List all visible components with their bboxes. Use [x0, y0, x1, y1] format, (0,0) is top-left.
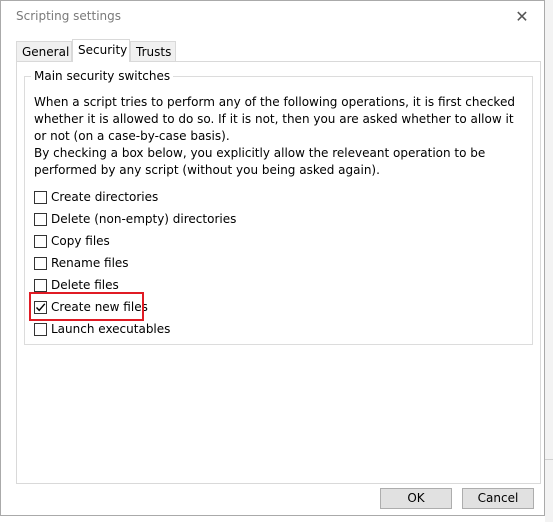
tab-general[interactable]: General	[16, 41, 72, 61]
checkbox-box[interactable]	[34, 279, 47, 292]
tab-security[interactable]: Security	[72, 39, 130, 62]
group-title: Main security switches	[31, 69, 174, 83]
checkbox-box[interactable]	[34, 323, 47, 336]
checkbox-box[interactable]	[34, 301, 47, 314]
checkbox-box[interactable]	[34, 257, 47, 270]
close-button[interactable]: ✕	[506, 5, 538, 29]
checkbox-box[interactable]	[34, 213, 47, 226]
main-security-switches-group: Main security switches When a script tri…	[24, 69, 533, 345]
ok-button[interactable]: OK	[380, 488, 452, 509]
security-tab-panel: Main security switches When a script tri…	[16, 61, 541, 484]
tab-trusts[interactable]: Trusts	[130, 41, 176, 61]
title-bar: Scripting settings ✕	[1, 1, 544, 33]
checkbox-label: Delete files	[51, 278, 119, 292]
checkmark-icon	[35, 303, 46, 312]
checkbox-label: Create directories	[51, 190, 159, 204]
checkbox-label: Delete (non-empty) directories	[51, 212, 237, 226]
scripting-settings-dialog: Scripting settings ✕ General Security Tr…	[0, 0, 545, 516]
checkbox-label: Copy files	[51, 234, 110, 248]
background-divider	[545, 459, 553, 460]
checkbox-box[interactable]	[34, 191, 47, 204]
security-description: When a script tries to perform any of th…	[34, 94, 524, 179]
close-icon: ✕	[515, 7, 529, 26]
checkbox-label: Rename files	[51, 256, 129, 270]
checkbox-label: Launch executables	[51, 322, 171, 336]
checkbox-label: Create new files	[51, 300, 148, 314]
checkbox-box[interactable]	[34, 235, 47, 248]
description-paragraph-2: By checking a box below, you explicitly …	[34, 146, 486, 177]
dialog-title: Scripting settings	[16, 9, 122, 23]
cancel-button[interactable]: Cancel	[462, 488, 534, 509]
description-paragraph-1: When a script tries to perform any of th…	[34, 95, 515, 143]
background-window-edge	[545, 0, 553, 522]
